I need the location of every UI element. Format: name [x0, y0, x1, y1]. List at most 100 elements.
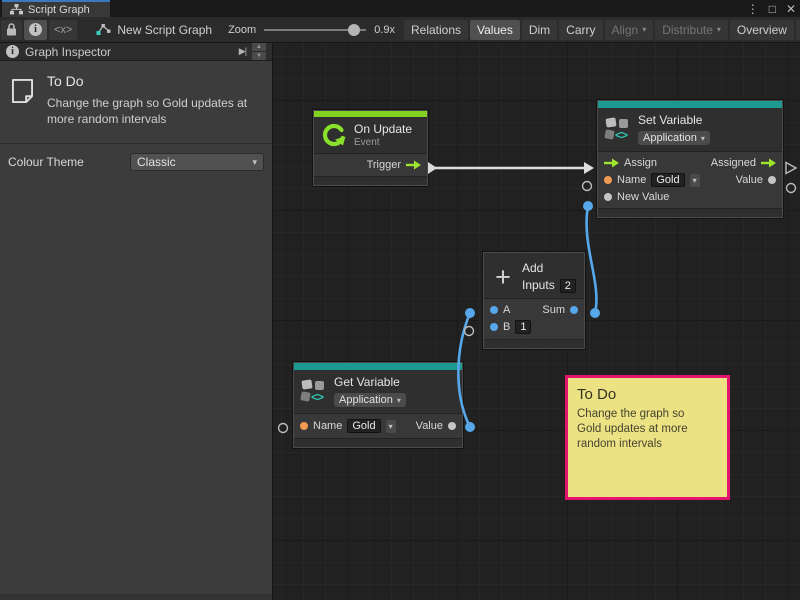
value-input-port[interactable] — [604, 176, 612, 184]
info-icon: i — [6, 45, 19, 58]
port-value-label: Value — [416, 420, 443, 432]
port-sum-label: Sum — [542, 304, 565, 316]
free-port-circle — [787, 184, 796, 193]
inspector-toggle-button[interactable]: i — [24, 20, 47, 40]
relations-button[interactable]: Relations — [404, 20, 468, 40]
chevron-down-icon[interactable]: ▾ — [690, 174, 700, 187]
port-b-label: B — [503, 321, 510, 333]
name-value-field[interactable]: Gold — [347, 419, 380, 433]
graph-icon — [10, 4, 23, 15]
lock-icon — [6, 23, 17, 36]
colour-theme-dropdown[interactable]: Classic ▾ — [130, 153, 264, 171]
close-icon[interactable]: ✕ — [786, 2, 796, 16]
free-port-circle — [465, 327, 474, 336]
panel-bottom-edge — [0, 594, 272, 600]
chevron-down-icon: ▾ — [717, 25, 721, 34]
value-input-port[interactable] — [490, 306, 498, 314]
zoom-slider-thumb[interactable] — [348, 24, 360, 36]
fullscreen-button[interactable]: Full S — [796, 20, 800, 40]
free-port-circle — [583, 182, 592, 191]
inspector-todo-text: Change the graph so Gold updates at more… — [47, 95, 262, 127]
script-graph-asset-icon — [96, 23, 111, 36]
lock-button[interactable] — [1, 20, 22, 40]
b-value-field[interactable]: 1 — [515, 320, 531, 334]
node-set-variable[interactable]: <> Set Variable Application ▾ Assign Ass… — [597, 100, 783, 218]
node-title: On Update — [354, 122, 412, 137]
colour-theme-label: Colour Theme — [8, 155, 130, 169]
values-label: Values — [477, 23, 513, 37]
tab-bar: Script Graph ⋮ □ ✕ — [0, 0, 800, 17]
code-view-button[interactable]: <x> — [49, 20, 77, 40]
chevron-down-icon: ▾ — [701, 134, 705, 143]
plus-icon: + — [491, 266, 515, 288]
value-output-port[interactable] — [768, 176, 776, 184]
tab-label: Script Graph — [28, 4, 90, 16]
flow-output-port[interactable] — [406, 160, 421, 170]
node-add[interactable]: + Add Inputs 2 A Sum B 1 — [483, 252, 585, 349]
tab-script-graph[interactable]: Script Graph — [2, 0, 110, 17]
overview-label: Overview — [737, 23, 787, 37]
values-button[interactable]: Values — [470, 20, 520, 40]
loop-event-icon — [321, 122, 347, 148]
port-value-label: Value — [736, 174, 763, 186]
port-trigger-label: Trigger — [367, 159, 401, 171]
chevron-down-icon: ▾ — [397, 396, 401, 405]
inspector-todo-title: To Do — [47, 73, 262, 89]
flow-input-port[interactable] — [604, 158, 619, 168]
inspector-todo-block: To Do Change the graph so Gold updates a… — [0, 61, 272, 137]
relations-label: Relations — [411, 23, 461, 37]
maximize-icon[interactable]: □ — [769, 2, 776, 16]
wire-trigger-to-assign — [428, 162, 594, 174]
align-button[interactable]: Align ▾ — [605, 20, 654, 40]
dim-button[interactable]: Dim — [522, 20, 557, 40]
variable-icon: <> — [301, 379, 327, 405]
graph-inspector-title: Graph Inspector — [25, 45, 111, 59]
sticky-note-title: To Do — [577, 386, 718, 403]
zoom-slider[interactable] — [264, 24, 366, 36]
value-output-port[interactable] — [448, 422, 456, 430]
name-value-field[interactable]: Gold — [651, 173, 684, 187]
variable-scope-dropdown[interactable]: Application ▾ — [334, 393, 406, 407]
variable-accent-bar — [294, 363, 462, 370]
flow-output-port[interactable] — [761, 158, 776, 168]
inspector-spinner[interactable]: ▲ ▼ — [252, 43, 266, 60]
dock-icon[interactable]: ▶| — [239, 46, 246, 57]
spin-up-icon[interactable]: ▲ — [252, 43, 266, 51]
carry-button[interactable]: Carry — [559, 20, 602, 40]
variable-icon: <> — [605, 117, 631, 143]
distribute-button[interactable]: Distribute ▾ — [655, 20, 728, 40]
graph-canvas[interactable]: On Update Event Trigger <> — [273, 43, 800, 600]
variable-accent-bar — [598, 101, 782, 108]
chevron-down-icon: ▾ — [642, 25, 646, 34]
value-input-port[interactable] — [604, 193, 612, 201]
node-on-update[interactable]: On Update Event Trigger — [313, 110, 428, 186]
value-input-port[interactable] — [300, 422, 308, 430]
new-script-graph-label: New Script Graph — [117, 23, 212, 37]
align-label: Align — [612, 23, 639, 37]
chevron-down-icon[interactable]: ▾ — [386, 420, 396, 433]
menu-icon[interactable]: ⋮ — [747, 2, 759, 16]
free-port-triangle — [786, 163, 796, 174]
new-script-graph-button[interactable]: New Script Graph — [89, 20, 219, 40]
overview-button[interactable]: Overview — [730, 20, 794, 40]
inputs-label: Inputs — [522, 278, 555, 293]
port-new-value-label: New Value — [617, 191, 669, 203]
info-icon: i — [29, 23, 42, 36]
value-input-port[interactable] — [490, 323, 498, 331]
sticky-note-text: Change the graph so Gold updates at more… — [577, 407, 697, 452]
zoom-label: Zoom — [228, 24, 256, 36]
node-get-variable[interactable]: <> Get Variable Application ▾ Name Gold … — [293, 362, 463, 448]
chevron-down-icon: ▾ — [252, 157, 257, 168]
dim-label: Dim — [529, 23, 550, 37]
sticky-note-icon — [10, 73, 35, 109]
wire-sum-to-newvalue — [583, 201, 600, 318]
code-icon: <x> — [54, 24, 72, 36]
sticky-note[interactable]: To Do Change the graph so Gold updates a… — [565, 375, 730, 500]
spin-down-icon[interactable]: ▼ — [252, 52, 266, 60]
graph-inspector-panel: i Graph Inspector ▶| ▲ ▼ To Do Change th… — [0, 43, 273, 600]
value-output-port[interactable] — [570, 306, 578, 314]
graph-inspector-header: i Graph Inspector ▶| ▲ ▼ — [0, 43, 272, 61]
inputs-count-field[interactable]: 2 — [560, 279, 576, 293]
variable-scope-dropdown[interactable]: Application ▾ — [638, 131, 710, 145]
node-title: Add — [522, 261, 576, 276]
